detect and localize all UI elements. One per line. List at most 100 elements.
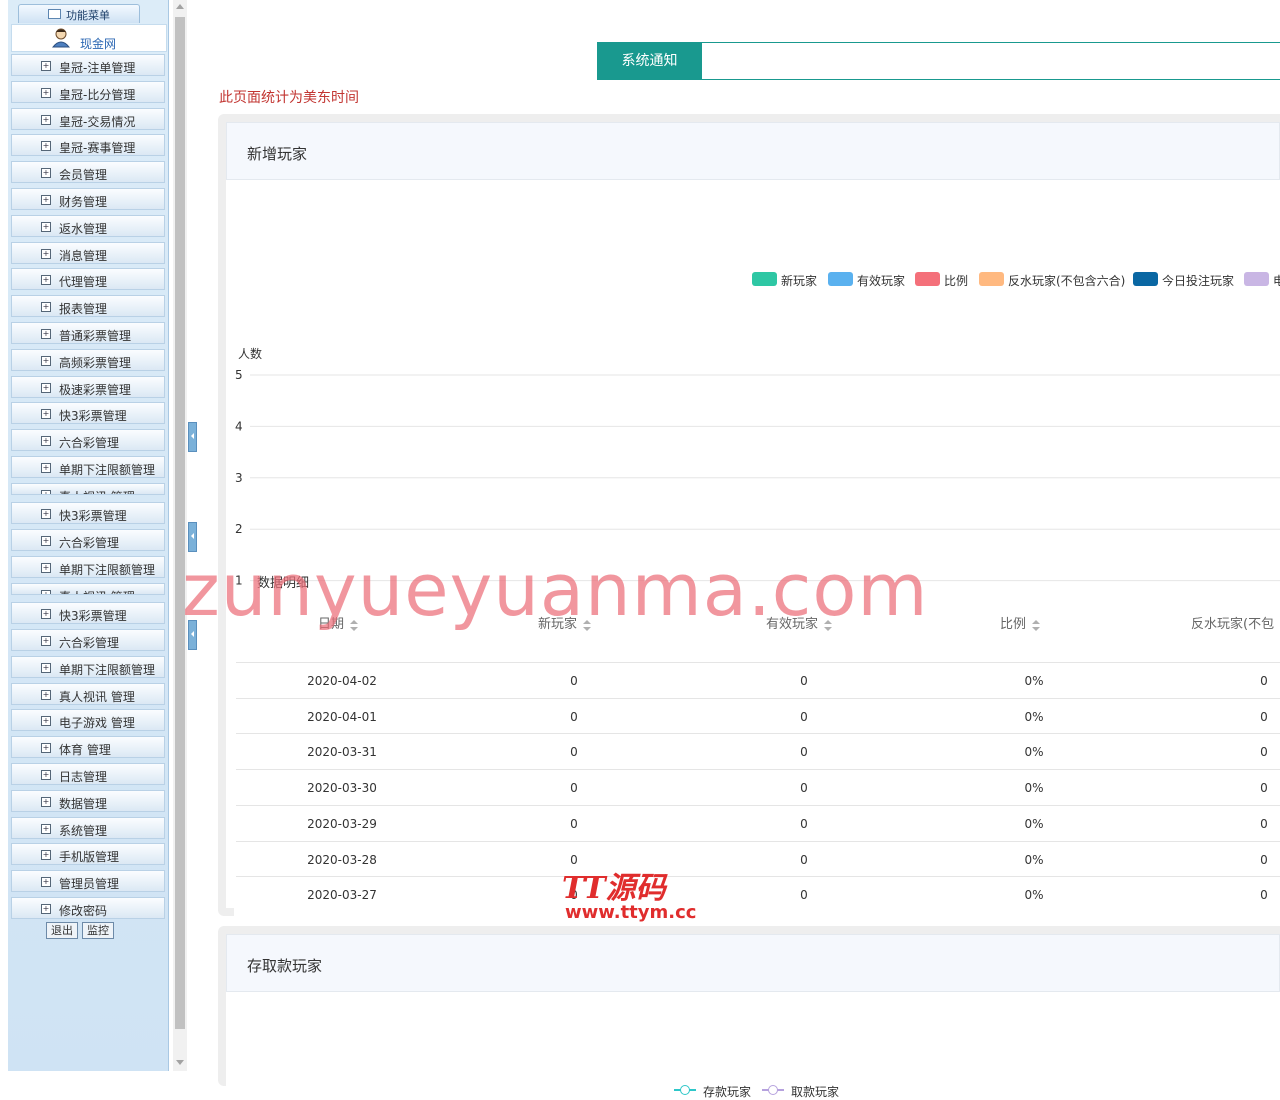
menu-item-label: 数据管理 [59, 796, 108, 811]
user-avatar-icon [52, 28, 70, 48]
sort-asc-icon[interactable] [1032, 619, 1041, 624]
menu-item-label: 系统管理 [59, 823, 108, 838]
expand-icon: + [41, 489, 51, 494]
menu-item[interactable]: + 修改密码 [11, 897, 165, 919]
table-cell: 0 [1260, 852, 1268, 867]
monitor-button[interactable]: 监控 [82, 922, 114, 939]
menu-item[interactable]: + 单期下注限额管理 [11, 555, 165, 578]
expand-icon: + [41, 409, 51, 420]
menu-item-label: 快3彩票管理 [59, 409, 127, 424]
table-cell: 0% [1024, 816, 1044, 831]
menu-item[interactable]: + 代理管理 [11, 268, 165, 291]
collapse-arrow-icon [191, 533, 194, 539]
expand-icon: + [41, 662, 51, 673]
table-cell: 0 [1260, 745, 1268, 760]
deposit-players-title: 存取款玩家 [247, 957, 323, 975]
menu-item[interactable]: + 皇冠-比分管理 [11, 80, 165, 103]
user-name[interactable]: 现金网 [80, 35, 116, 52]
menu-item[interactable]: + 皇冠-注单管理 [11, 54, 165, 76]
scroll-down-arrow-icon[interactable] [176, 1060, 184, 1065]
menu-item[interactable]: + 六合彩管理 [11, 629, 165, 651]
menu-item-label: 单期下注限额管理 [59, 562, 156, 577]
expand-icon: + [41, 770, 51, 780]
scroll-thumb[interactable] [175, 17, 185, 1029]
expand-icon: + [41, 589, 51, 594]
table-cell: 0% [1024, 852, 1044, 867]
table-cell: 0% [1024, 781, 1044, 796]
menu-item[interactable]: + 体育 管理 [11, 736, 165, 759]
menu-item[interactable]: + 财务管理 [11, 188, 165, 210]
table-cell: 0% [1024, 888, 1044, 903]
legend-label: 取款玩家 [791, 1085, 840, 1099]
menu-item[interactable]: + 快3彩票管理 [11, 502, 165, 525]
function-menu: 功能菜单 现金网 + 皇冠-注单管理 + 皇冠-比分管理 + 皇冠-交易情况 + 皇冠-赛事管… [8, 0, 169, 1071]
table-cell: 0% [1024, 674, 1044, 688]
collapse-arrow-icon [191, 433, 194, 439]
deposit-players-panel-body: 存款玩家 取款玩家 [226, 992, 1280, 1099]
collapse-menu-toggle[interactable] [188, 422, 197, 452]
table-cell: 0 [800, 852, 808, 867]
new-players-title: 新增玩家 [247, 145, 308, 163]
menu-item[interactable]: + 真人视讯 管理 [11, 582, 165, 595]
table-cell: 2020-03-28 [307, 852, 377, 867]
menu-item[interactable]: + 单期下注限额管理 [11, 456, 165, 478]
y-tick-label: 2 [235, 522, 243, 536]
menu-item[interactable]: + 单期下注限额管理 [11, 655, 165, 678]
menu-item[interactable]: + 消息管理 [11, 241, 165, 264]
y-tick-label: 5 [235, 368, 243, 382]
menu-item[interactable]: + 系统管理 [11, 816, 165, 839]
menu-item[interactable]: + 报表管理 [11, 295, 165, 318]
menu-item-label: 电子游戏 管理 [59, 716, 135, 731]
table-cell: 0 [1260, 709, 1268, 724]
menu-item[interactable]: + 电子游戏 管理 [11, 709, 165, 732]
expand-icon: + [41, 904, 51, 914]
table-cell: 0 [570, 674, 578, 688]
menu-scrollbar[interactable] [173, 0, 187, 1071]
sort-desc-icon[interactable] [1032, 626, 1041, 631]
system-notice-bar [702, 42, 1280, 80]
timezone-note: 此页面统计为美东时间 [219, 90, 359, 106]
table-cell: 0 [800, 888, 808, 903]
table-header-cell[interactable]: 反水玩家(不包 [1191, 613, 1274, 632]
menu-title: 功能菜单 [66, 9, 110, 22]
menu-item[interactable]: + 数据管理 [11, 789, 165, 812]
expand-icon: + [41, 329, 51, 339]
menu-item-label: 快3彩票管理 [59, 509, 127, 524]
y-tick-label: 3 [235, 471, 243, 485]
menu-item[interactable]: + 六合彩管理 [11, 529, 165, 552]
menu-item[interactable]: + 快3彩票管理 [11, 402, 165, 425]
new-players-panel-header: 新增玩家 [226, 122, 1280, 180]
expand-icon: + [41, 823, 51, 834]
table-header-cell[interactable]: 比例 [1000, 613, 1041, 632]
left-menu-frame: 功能菜单 现金网 + 皇冠-注单管理 + 皇冠-比分管理 + 皇冠-交易情况 + 皇冠-赛事管… [0, 0, 198, 1071]
table-cell: 0 [570, 709, 578, 724]
menu-item[interactable]: + 管理员管理 [11, 870, 165, 893]
menu-item[interactable]: + 普通彩票管理 [11, 322, 165, 344]
logout-button[interactable]: 退出 [46, 922, 78, 939]
menu-item[interactable]: + 极速彩票管理 [11, 375, 165, 398]
table-cell: 2020-03-27 [307, 888, 377, 903]
menu-item-label: 真人视讯 管理 [59, 689, 135, 704]
scroll-up-arrow-icon[interactable] [176, 4, 184, 9]
table-cell: 0 [800, 709, 808, 724]
menu-item[interactable]: + 快3彩票管理 [11, 602, 165, 625]
menu-item-label: 返水管理 [59, 221, 108, 236]
menu-item[interactable]: + 皇冠-赛事管理 [11, 134, 165, 157]
expand-icon: + [41, 195, 51, 205]
menu-item[interactable]: + 皇冠-交易情况 [11, 107, 165, 130]
system-notice-tab[interactable]: 系统通知 [597, 42, 702, 80]
expand-icon: + [41, 248, 51, 259]
menu-item[interactable]: + 真人视讯 管理 [11, 682, 165, 705]
menu-item[interactable]: + 六合彩管理 [11, 429, 165, 452]
menu-item[interactable]: + 日志管理 [11, 763, 165, 785]
expand-icon: + [41, 168, 51, 179]
menu-item-label: 皇冠-比分管理 [59, 87, 136, 102]
menu-item-label: 日志管理 [59, 770, 108, 784]
menu-item[interactable]: + 会员管理 [11, 161, 165, 184]
menu-item[interactable]: + 返水管理 [11, 214, 165, 237]
menu-item[interactable]: + 真人视讯 管理 [11, 482, 165, 495]
menu-item[interactable]: + 高频彩票管理 [11, 348, 165, 371]
expand-icon: + [41, 221, 51, 232]
menu-item[interactable]: + 手机版管理 [11, 843, 165, 866]
table-cell: 0 [1260, 781, 1268, 796]
